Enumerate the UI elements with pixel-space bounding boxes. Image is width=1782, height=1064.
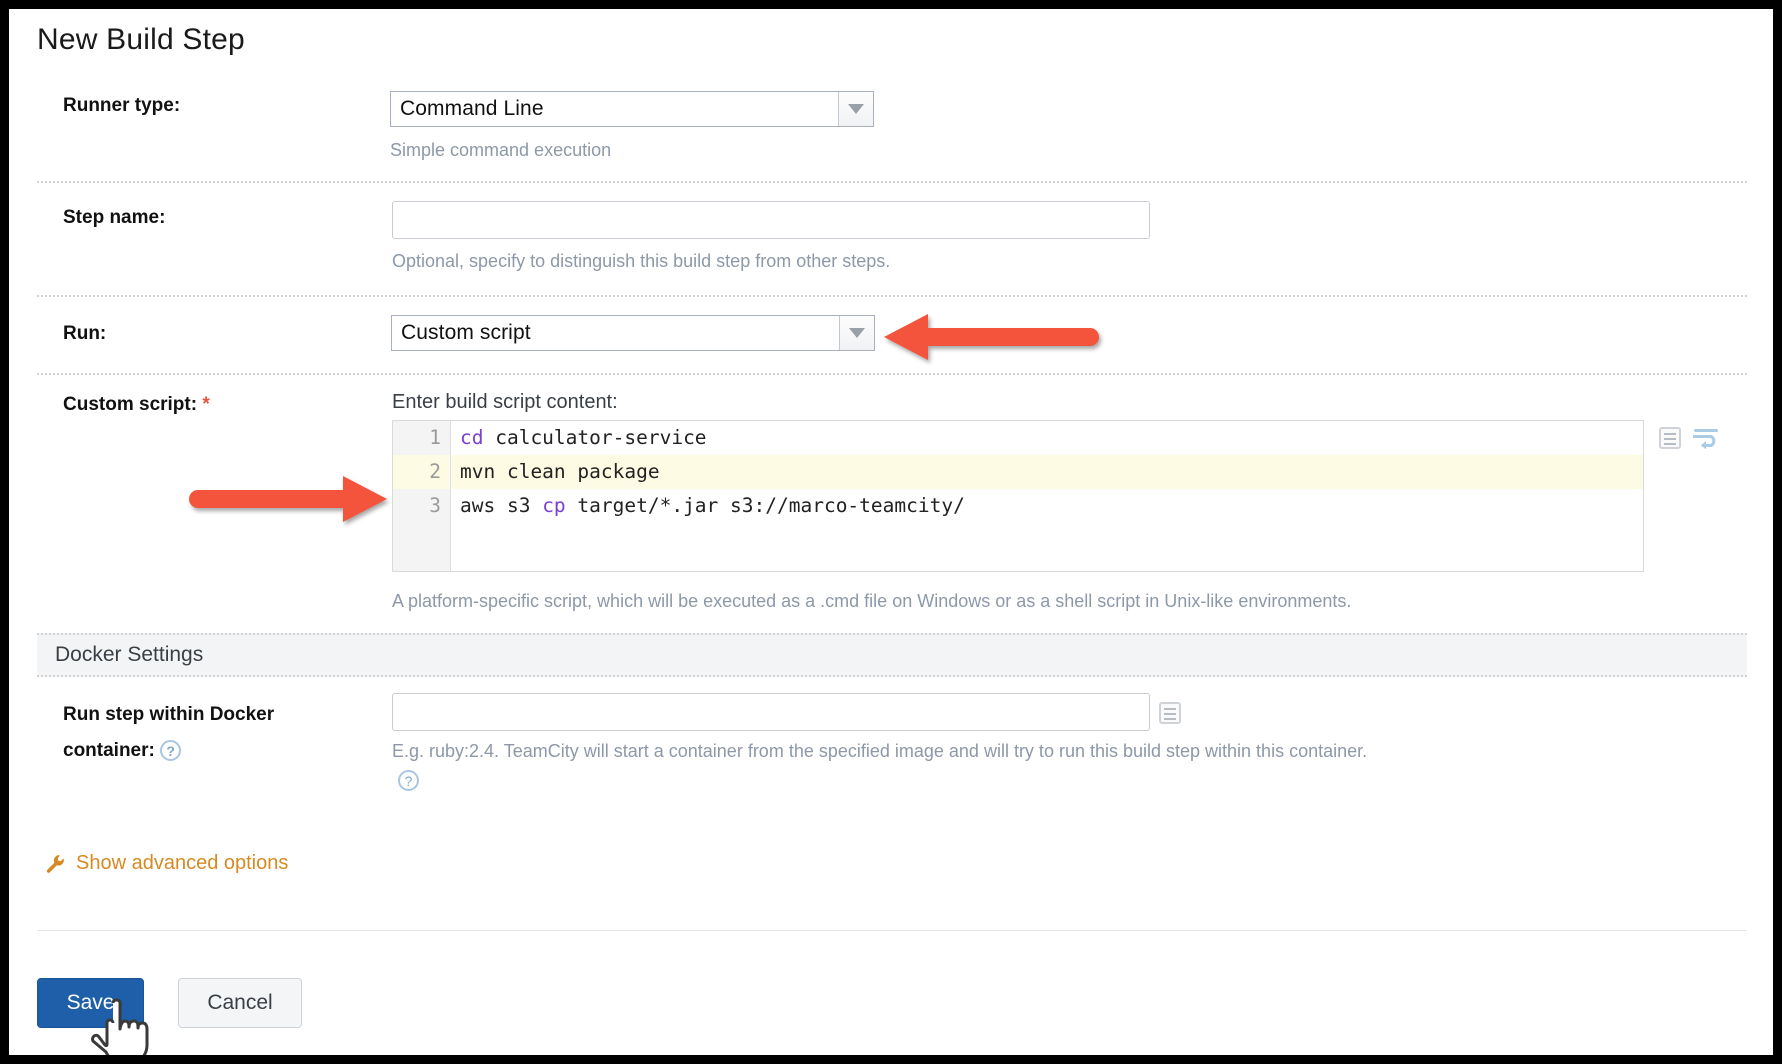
runner-type-label: Runner type: bbox=[63, 93, 180, 119]
divider-2 bbox=[37, 295, 1747, 297]
word-wrap-icon[interactable] bbox=[1693, 427, 1719, 449]
required-asterisk: * bbox=[202, 394, 209, 415]
runner-type-value: Command Line bbox=[391, 92, 838, 126]
code-text: calculator-service bbox=[483, 426, 706, 449]
code-line-3: aws s3 cp target/*.jar s3://marco-teamci… bbox=[452, 489, 1643, 523]
editor-caption: Enter build script content: bbox=[392, 391, 618, 414]
annotation-arrow-run bbox=[882, 312, 1102, 362]
custom-script-hint: A platform-specific script, which will b… bbox=[392, 589, 1351, 613]
code-line-2: mvn clean package bbox=[452, 455, 1643, 489]
docker-label-line1: Run step within Docker bbox=[63, 704, 274, 725]
help-icon[interactable]: ? bbox=[160, 740, 181, 761]
line-number: 2 bbox=[393, 455, 450, 489]
docker-label-line2: container: bbox=[63, 740, 155, 761]
docker-settings-section-header: Docker Settings bbox=[37, 633, 1747, 677]
soft-wrap-toggle-icon[interactable] bbox=[1659, 427, 1681, 449]
build-step-form-page: New Build Step Runner type: Command Line… bbox=[9, 9, 1773, 1055]
code-text: target/*.jar s3://marco-teamcity/ bbox=[566, 494, 965, 517]
code-text: mvn clean package bbox=[460, 460, 660, 483]
divider-bottom bbox=[37, 930, 1747, 931]
docker-container-input[interactable] bbox=[392, 693, 1150, 731]
run-label: Run: bbox=[63, 321, 106, 347]
step-name-hint: Optional, specify to distinguish this bu… bbox=[392, 249, 890, 273]
editor-toolbar bbox=[1659, 427, 1719, 449]
line-number: 3 bbox=[393, 489, 450, 523]
run-select[interactable]: Custom script bbox=[391, 315, 875, 351]
step-name-label: Step name: bbox=[63, 205, 165, 231]
show-advanced-options-label: Show advanced options bbox=[76, 852, 288, 875]
divider-3 bbox=[37, 373, 1747, 375]
help-icon[interactable]: ? bbox=[398, 770, 419, 791]
chevron-down-icon[interactable] bbox=[838, 92, 873, 126]
variable-picker-icon[interactable] bbox=[1159, 702, 1181, 724]
divider-1 bbox=[37, 181, 1747, 183]
editor-gutter: 1 2 3 bbox=[393, 421, 451, 571]
show-advanced-options[interactable]: Show advanced options bbox=[45, 852, 288, 875]
line-number: 1 bbox=[393, 421, 450, 455]
save-button[interactable]: Save bbox=[37, 978, 144, 1028]
custom-script-editor[interactable]: 1 2 3 cd calculator-service mvn clean pa… bbox=[392, 420, 1644, 572]
chevron-down-icon[interactable] bbox=[839, 316, 874, 350]
cancel-button[interactable]: Cancel bbox=[178, 978, 302, 1028]
page-title: New Build Step bbox=[37, 23, 245, 57]
docker-container-label: Run step within Docker container: ? bbox=[63, 697, 363, 769]
step-name-input[interactable] bbox=[392, 201, 1150, 239]
screenshot-frame: New Build Step Runner type: Command Line… bbox=[0, 0, 1782, 1064]
custom-script-label-text: Custom script: bbox=[63, 394, 197, 415]
annotation-arrow-script bbox=[187, 474, 389, 524]
code-text: aws s3 bbox=[460, 494, 542, 517]
code-keyword: cp bbox=[542, 494, 565, 517]
code-line-1: cd calculator-service bbox=[452, 421, 1643, 455]
custom-script-label: Custom script: * bbox=[63, 392, 210, 418]
run-value: Custom script bbox=[392, 316, 839, 350]
docker-container-hint: E.g. ruby:2.4. TeamCity will start a con… bbox=[392, 739, 1367, 763]
runner-type-hint: Simple command execution bbox=[390, 138, 611, 162]
code-keyword: cd bbox=[460, 426, 483, 449]
wrench-icon bbox=[45, 853, 67, 875]
runner-type-select[interactable]: Command Line bbox=[390, 91, 874, 127]
editor-code-area[interactable]: cd calculator-service mvn clean package … bbox=[452, 421, 1643, 571]
